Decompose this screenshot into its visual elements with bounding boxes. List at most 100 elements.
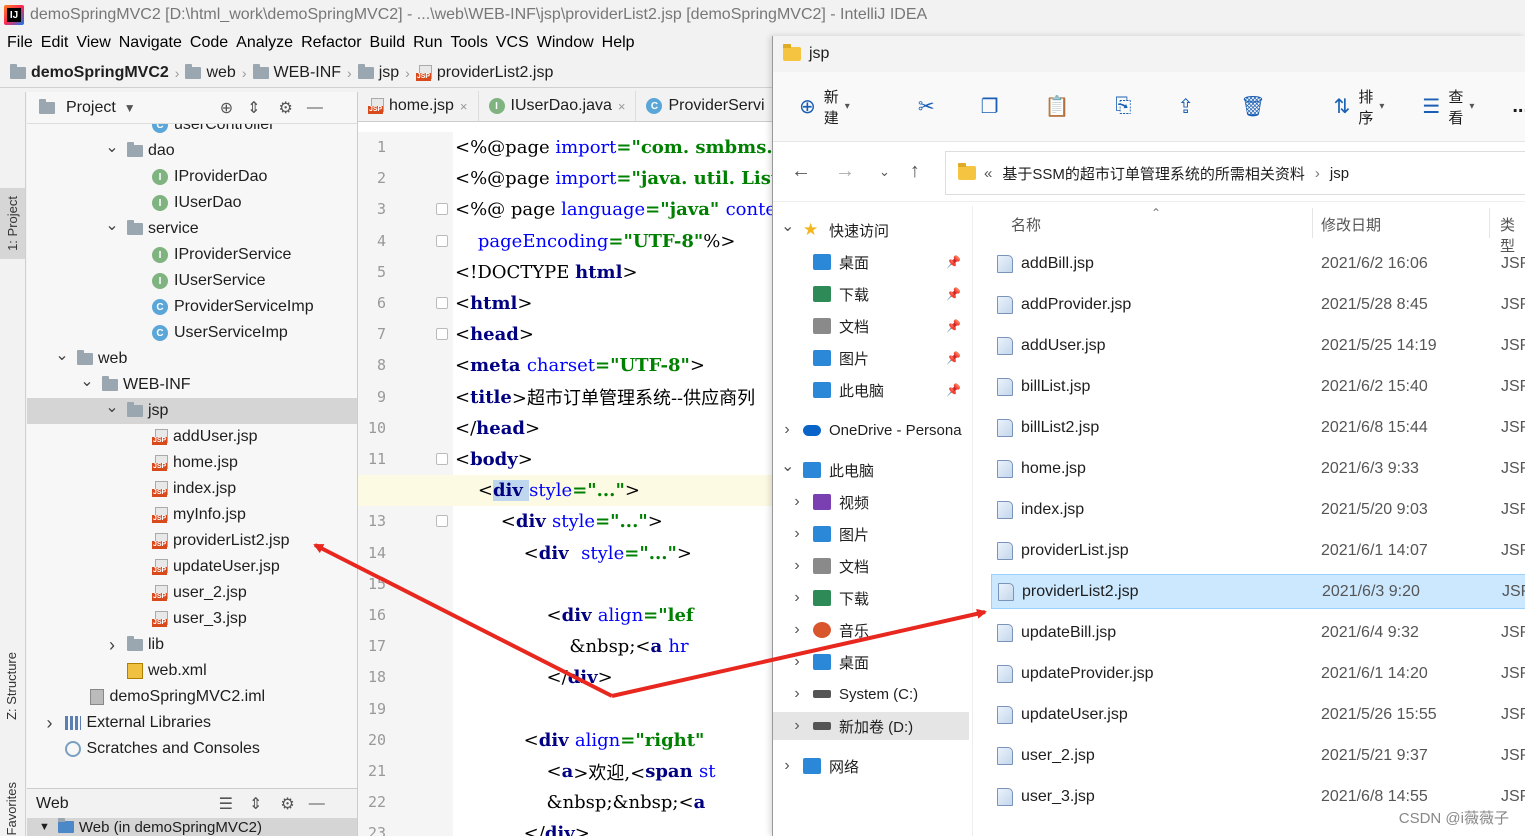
tree-item[interactable]: updateUser.jsp <box>27 554 357 580</box>
editor-tab[interactable]: C ProviderServi <box>636 91 776 121</box>
tree-item[interactable]: C ProviderServiceImp <box>27 294 357 320</box>
tree-item[interactable]: I IProviderDao <box>27 164 357 190</box>
chevron-right-icon[interactable]: › <box>781 757 793 775</box>
nav-item[interactable]: › System (C:) <box>773 680 969 708</box>
breadcrumb-item[interactable]: providerList2.jsp <box>415 64 553 82</box>
menu-file[interactable]: File <box>7 34 33 52</box>
expand-all-icon[interactable]: ☰ <box>219 794 233 814</box>
file-row[interactable]: providerList.jsp 2021/6/1 14:07 JSP <box>991 533 1525 568</box>
nav-item[interactable]: 此电脑 📌 <box>773 376 969 404</box>
tree-item[interactable]: CuserController <box>27 124 357 138</box>
close-icon[interactable]: × <box>618 99 626 114</box>
collapse-all-icon[interactable]: ⇕ <box>247 98 260 118</box>
project-tool-button[interactable]: 1: Project <box>0 188 25 259</box>
fold-marker-icon[interactable] <box>436 453 448 465</box>
file-row[interactable]: updateProvider.jsp 2021/6/1 14:20 JSP <box>991 656 1525 691</box>
editor-tab[interactable]: I IUserDao.java × <box>479 91 637 121</box>
tree-item[interactable]: ⌄ jsp <box>27 398 357 424</box>
gear-icon[interactable]: ⚙ <box>280 794 294 814</box>
breadcrumb-item[interactable]: demoSpringMVC2 › <box>10 63 179 82</box>
nav-item[interactable]: › 桌面 <box>773 648 969 676</box>
chevron-down-icon[interactable]: ⌄ <box>105 215 119 235</box>
up-arrow-icon[interactable]: ↑ <box>910 160 920 183</box>
forward-arrow-icon[interactable]: → <box>835 160 855 183</box>
tree-item[interactable]: user_2.jsp <box>27 580 357 606</box>
chevron-right-icon[interactable]: › <box>791 717 803 735</box>
fold-marker-icon[interactable] <box>436 328 448 341</box>
breadcrumb-item[interactable]: web › <box>185 63 247 82</box>
nav-item[interactable]: › 网络 <box>773 752 969 780</box>
file-row[interactable]: index.jsp 2021/5/20 9:03 JSP <box>991 492 1525 527</box>
tree-item[interactable]: ⌄ web <box>27 346 357 372</box>
file-row[interactable]: user_2.jsp 2021/5/21 9:37 JSP <box>991 738 1525 773</box>
tree-item[interactable]: myInfo.jsp <box>27 502 357 528</box>
address-segment-current[interactable]: jsp <box>1330 165 1349 182</box>
tree-item[interactable]: I IProviderService <box>27 242 357 268</box>
nav-item[interactable]: ⌄ 此电脑 <box>773 456 969 484</box>
copy-button[interactable]: ❐ <box>981 94 1007 119</box>
tree-item[interactable]: home.jsp <box>27 450 357 476</box>
nav-item[interactable]: › 文档 <box>773 552 969 580</box>
chevron-right-icon[interactable]: › <box>43 713 57 734</box>
fold-marker-icon[interactable] <box>436 203 448 216</box>
structure-tool-button[interactable]: Z: Structure <box>4 652 19 720</box>
menu-edit[interactable]: Edit <box>41 34 69 52</box>
chevron-right-icon[interactable]: › <box>791 621 803 639</box>
collapse-all-icon[interactable]: ⇕ <box>249 794 262 814</box>
menu-navigate[interactable]: Navigate <box>119 34 182 52</box>
nav-item[interactable]: › 新加卷 (D:) <box>773 712 969 740</box>
address-overflow[interactable]: « <box>984 165 992 182</box>
gear-icon[interactable]: ⚙ <box>279 98 293 118</box>
code-editor[interactable]: home.jsp × I IUserDao.java × C ProviderServi 1… <box>357 91 819 836</box>
fold-marker-icon[interactable] <box>436 234 448 247</box>
cut-button[interactable]: ✂ <box>918 94 943 119</box>
fold-marker-icon[interactable] <box>436 297 448 309</box>
file-row[interactable]: addBill.jsp 2021/6/2 16:06 JSP <box>991 246 1525 281</box>
menu-refactor[interactable]: Refactor <box>301 34 361 52</box>
nav-item[interactable]: › 音乐 <box>773 616 969 644</box>
chevron-right-icon[interactable]: › <box>791 589 803 607</box>
nav-item[interactable]: › OneDrive - Persona <box>773 416 969 444</box>
chevron-right-icon[interactable]: › <box>791 493 803 511</box>
menu-code[interactable]: Code <box>190 34 228 52</box>
rename-button[interactable]: ⎘ <box>1115 95 1139 118</box>
nav-item[interactable]: › 下载 <box>773 584 969 612</box>
project-view-selector[interactable]: Project <box>66 99 116 117</box>
file-row[interactable]: providerList2.jsp 2021/6/3 9:20 JSP <box>991 574 1525 609</box>
sort-button[interactable]: ⇅ 排序 ▾ <box>1334 86 1385 128</box>
column-date[interactable]: 修改日期 <box>1321 214 1381 235</box>
more-button[interactable]: ... <box>1512 95 1525 118</box>
minimize-icon[interactable]: — <box>307 99 323 117</box>
tree-item[interactable]: I IUserService <box>27 268 357 294</box>
file-row[interactable]: billList2.jsp 2021/6/8 15:44 JSP <box>991 410 1525 445</box>
tree-item[interactable]: C UserServiceImp <box>27 320 357 346</box>
menu-tools[interactable]: Tools <box>450 34 487 52</box>
menu-analyze[interactable]: Analyze <box>236 34 293 52</box>
fold-marker-icon[interactable] <box>436 515 448 528</box>
share-button[interactable]: ⇪ <box>1177 94 1202 119</box>
menu-help[interactable]: Help <box>602 34 635 52</box>
tree-item[interactable]: › lib <box>27 632 357 658</box>
menu-build[interactable]: Build <box>370 34 406 52</box>
chevron-down-icon[interactable]: ⌄ <box>55 345 69 365</box>
tree-item[interactable]: ⌄ dao <box>27 138 357 164</box>
chevron-right-icon[interactable]: › <box>791 557 803 575</box>
chevron-down-icon[interactable]: ▼ <box>124 101 136 115</box>
menu-run[interactable]: Run <box>413 34 442 52</box>
chevron-right-icon[interactable]: › <box>781 421 793 439</box>
locate-icon[interactable]: ⊕ <box>220 98 233 118</box>
menu-vcs[interactable]: VCS <box>496 34 529 52</box>
tree-item[interactable]: user_3.jsp <box>27 606 357 632</box>
tree-item[interactable]: demoSpringMVC2.iml <box>27 684 357 710</box>
menu-window[interactable]: Window <box>537 34 594 52</box>
nav-item[interactable]: ⌄ ★ 快速访问 <box>773 216 969 244</box>
breadcrumb-item[interactable]: jsp › <box>357 63 410 82</box>
tree-item[interactable]: ⌄ WEB-INF <box>27 372 357 398</box>
tree-item[interactable]: web.xml <box>27 658 357 684</box>
breadcrumb-item[interactable]: WEB-INF › <box>252 63 352 82</box>
minimize-icon[interactable]: — <box>309 795 325 813</box>
file-row[interactable]: updateBill.jsp 2021/6/4 9:32 JSP <box>991 615 1525 650</box>
chevron-down-icon[interactable]: ⌄ <box>105 137 119 157</box>
menu-view[interactable]: View <box>76 34 110 52</box>
file-row[interactable]: billList.jsp 2021/6/2 15:40 JSP <box>991 369 1525 404</box>
